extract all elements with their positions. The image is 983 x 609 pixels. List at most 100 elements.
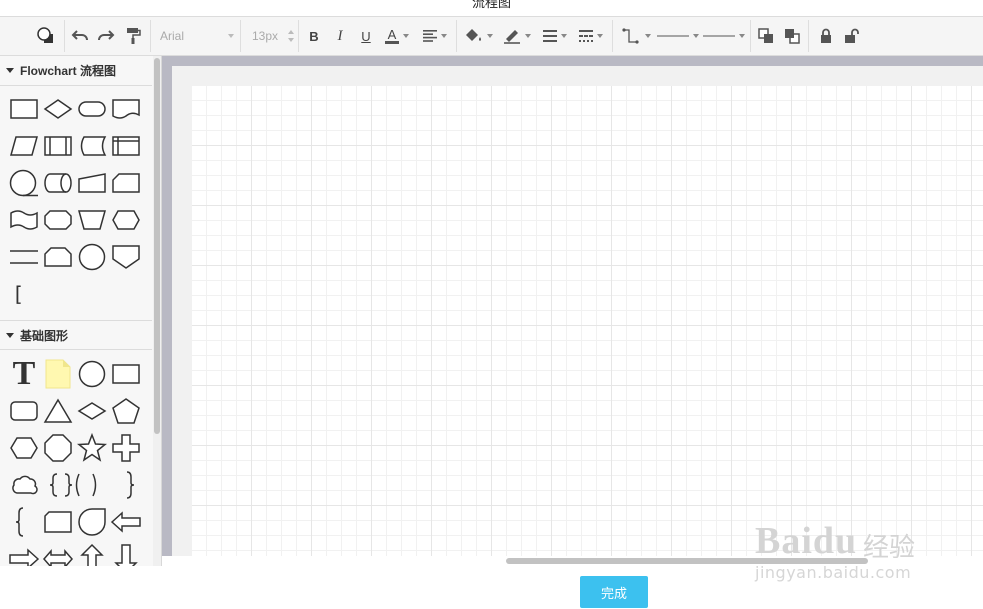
chevron-down-icon: [739, 34, 745, 38]
bold-button[interactable]: B: [304, 17, 324, 55]
diamond-shape[interactable]: [76, 396, 108, 426]
note-shape[interactable]: [42, 359, 74, 389]
preparation-shape[interactable]: [110, 205, 142, 235]
chevron-down-icon: [597, 34, 603, 38]
paper-tape-shape[interactable]: [8, 205, 40, 235]
underline-button[interactable]: U: [356, 17, 376, 55]
right-arrow-shape[interactable]: [8, 544, 40, 566]
drawing-page-grid[interactable]: [192, 86, 983, 556]
toolbar-divider: [750, 20, 751, 52]
predefined-process-shape[interactable]: [42, 131, 74, 161]
left-curly-tall-shape[interactable]: [4, 507, 36, 537]
annotation-bracket-shape[interactable]: [: [2, 279, 34, 309]
right-curly-shape[interactable]: [114, 470, 146, 500]
done-button[interactable]: 完成: [580, 576, 648, 608]
stepper-arrows-icon: [288, 30, 294, 42]
toolbar-divider: [456, 20, 457, 52]
bracket-glyph: [: [11, 282, 25, 306]
text-shape[interactable]: T: [8, 355, 40, 392]
layer-style-button[interactable]: [32, 17, 60, 55]
undo-button[interactable]: [68, 17, 92, 55]
down-arrow-shape[interactable]: [110, 544, 142, 566]
direct-data-shape[interactable]: [42, 168, 74, 198]
manual-operation-shape[interactable]: [76, 205, 108, 235]
align-left-icon: [423, 30, 437, 42]
layer-style-icon: [37, 27, 53, 43]
star-shape[interactable]: [76, 432, 108, 463]
terminator-shape[interactable]: [76, 94, 108, 124]
document-shape[interactable]: [110, 94, 142, 124]
parentheses-shape[interactable]: [70, 470, 102, 500]
section-header-basic-shapes[interactable]: 基础图形: [0, 320, 152, 350]
italic-button[interactable]: I: [330, 17, 350, 55]
toolbar-divider: [808, 20, 809, 52]
horizontal-scrollbar-thumb[interactable]: [506, 558, 868, 564]
font-family-select[interactable]: Arial: [156, 17, 238, 55]
circle-shape[interactable]: [76, 359, 108, 389]
collapse-triangle-icon: [6, 332, 14, 338]
card-shape[interactable]: [110, 168, 142, 198]
line-style-button[interactable]: [574, 17, 608, 55]
canvas-background: [172, 66, 983, 556]
manual-input-shape[interactable]: [76, 168, 108, 198]
data-shape[interactable]: [8, 131, 40, 161]
pentagon-shape[interactable]: [110, 396, 142, 426]
toolbar-divider: [150, 20, 151, 52]
text-align-button[interactable]: [418, 17, 452, 55]
bold-label: B: [309, 28, 319, 44]
font-size-stepper[interactable]: 13px: [248, 17, 296, 55]
dashed-line-icon: [579, 30, 593, 42]
redo-icon: [98, 30, 115, 41]
bring-to-front-button[interactable]: [754, 17, 778, 55]
left-arrow-shape[interactable]: [110, 507, 142, 537]
double-arrow-shape[interactable]: [42, 544, 74, 566]
sequential-data-shape[interactable]: [8, 168, 40, 198]
fill-color-button[interactable]: [462, 17, 496, 55]
underline-label: U: [361, 28, 371, 44]
chamfered-rectangle-shape[interactable]: [42, 507, 74, 537]
lock-icon: [821, 28, 831, 43]
text-glyph: T: [12, 355, 36, 392]
start-arrow-button[interactable]: [656, 17, 700, 55]
connector-shape[interactable]: [76, 242, 108, 272]
bring-to-front-icon: [758, 28, 773, 43]
internal-storage-shape[interactable]: [110, 131, 142, 161]
sidebar-scrollbar-thumb[interactable]: [154, 58, 160, 434]
sidebar-scrollbar[interactable]: [153, 56, 161, 566]
start-arrow-icon: [657, 35, 689, 37]
hexagon-shape[interactable]: [8, 433, 40, 463]
toolbar-divider: [64, 20, 65, 52]
connector-type-button[interactable]: [618, 17, 654, 55]
toolbar-divider: [612, 20, 613, 52]
format-painter-button[interactable]: [120, 17, 146, 55]
lock-button[interactable]: [814, 17, 838, 55]
section-title: Flowchart 流程图: [20, 64, 117, 78]
window-title-bar: 流程图: [0, 0, 983, 16]
stored-data-shape[interactable]: [76, 131, 108, 161]
loop-limit-shape[interactable]: [42, 242, 74, 272]
send-to-back-button[interactable]: [780, 17, 804, 55]
rectangle-shape[interactable]: [110, 359, 142, 389]
process-shape[interactable]: [8, 94, 40, 124]
off-page-connector-shape[interactable]: [110, 242, 142, 272]
send-to-back-icon: [785, 29, 800, 44]
cloud-shape[interactable]: [8, 470, 40, 500]
font-color-button[interactable]: A: [380, 17, 414, 55]
line-width-button[interactable]: [538, 17, 572, 55]
teardrop-shape[interactable]: [76, 507, 108, 537]
canvas-horizontal-scrollbar[interactable]: [162, 556, 983, 566]
cross-shape[interactable]: [110, 433, 142, 463]
up-arrow-shape[interactable]: [76, 543, 108, 566]
display-shape[interactable]: [42, 205, 74, 235]
section-header-flowchart[interactable]: Flowchart 流程图: [0, 56, 152, 86]
octagon-shape[interactable]: [42, 433, 74, 463]
rounded-rectangle-shape[interactable]: [8, 396, 40, 426]
parallel-mode-shape[interactable]: [8, 242, 40, 272]
end-arrow-button[interactable]: [702, 17, 746, 55]
triangle-shape[interactable]: [42, 396, 74, 426]
decision-shape[interactable]: [42, 94, 74, 124]
redo-button[interactable]: [94, 17, 118, 55]
chevron-down-icon: [441, 34, 447, 38]
unlock-button[interactable]: [840, 17, 864, 55]
line-color-button[interactable]: [500, 17, 534, 55]
